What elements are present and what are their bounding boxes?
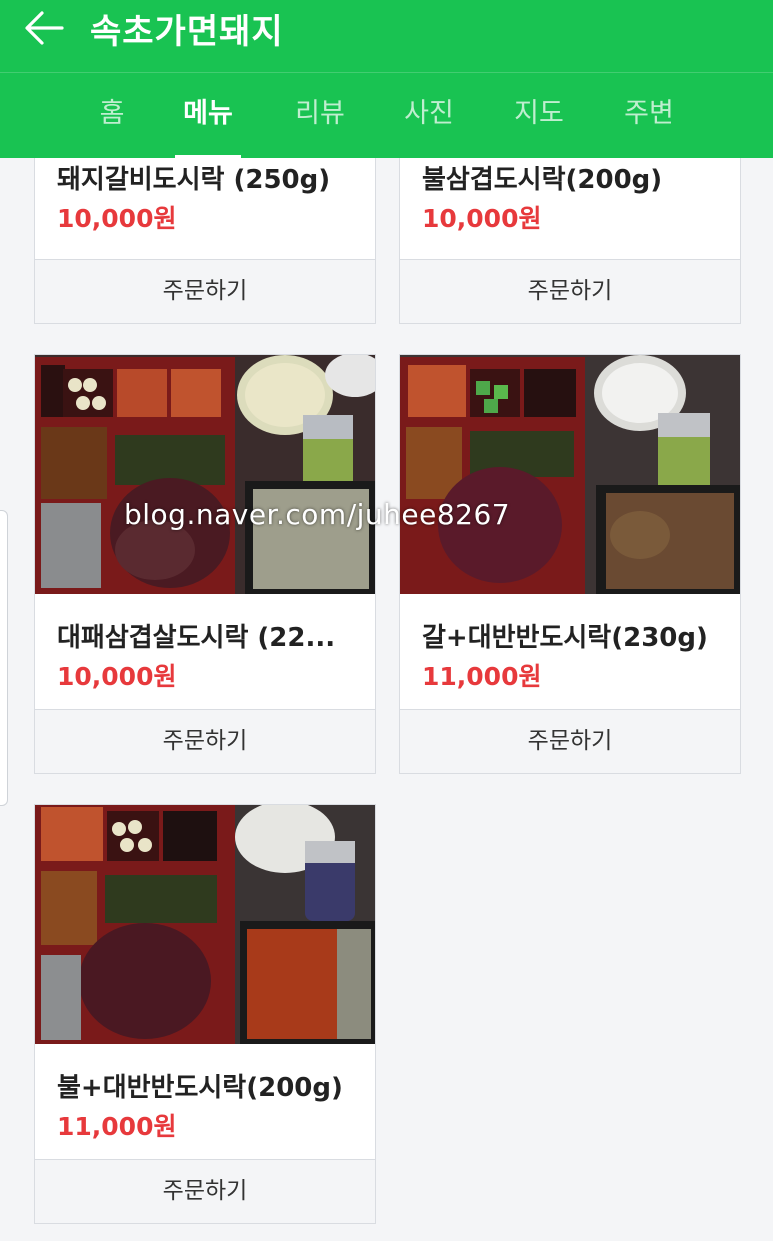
back-button[interactable]	[18, 6, 70, 50]
menu-item-name: 대패삼겹살도시락 (22...	[57, 623, 336, 653]
tab-menu[interactable]: 메뉴	[153, 73, 263, 159]
menu-list[interactable]: 돼지갈비도시락 (250g) 10,000원 주문하기 불삼겹도시락(200g)…	[0, 158, 773, 1241]
arrow-left-icon	[25, 11, 64, 45]
menu-item-photo	[35, 355, 375, 594]
order-button[interactable]: 주문하기	[400, 709, 740, 773]
menu-item-name: 돼지갈비도시락 (250g)	[57, 165, 331, 195]
tab-nearby[interactable]: 주변	[594, 73, 704, 159]
title-bar: 속초가면돼지	[0, 0, 773, 72]
tab-photo[interactable]: 사진	[374, 73, 484, 159]
menu-card[interactable]: 불삼겹도시락(200g) 10,000원 주문하기	[399, 158, 741, 324]
order-button[interactable]: 주문하기	[35, 1159, 375, 1223]
tab-menu-label: 메뉴	[183, 98, 233, 129]
order-button[interactable]: 주문하기	[35, 709, 375, 773]
menu-item-price: 10,000원	[57, 662, 177, 691]
menu-card[interactable]: 돼지갈비도시락 (250g) 10,000원 주문하기	[34, 158, 376, 324]
page-title: 속초가면돼지	[90, 12, 284, 52]
app-bar: 속초가면돼지 홈 메뉴 리뷰 사진 지도 주변	[0, 0, 773, 159]
tab-review[interactable]: 리뷰	[265, 73, 375, 159]
tab-home[interactable]: 홈	[57, 73, 167, 159]
tab-bar: 홈 메뉴 리뷰 사진 지도 주변	[0, 72, 773, 159]
menu-item-price: 11,000원	[422, 662, 542, 691]
menu-card[interactable]: 갈+대반반도시락(230g) 11,000원 주문하기	[399, 354, 741, 774]
menu-item-photo	[400, 355, 740, 594]
menu-item-name: 갈+대반반도시락(230g)	[422, 623, 708, 653]
menu-card[interactable]: 대패삼겹살도시락 (22... 10,000원 주문하기	[34, 354, 376, 774]
menu-item-name: 불+대반반도시락(200g)	[57, 1073, 343, 1103]
menu-card[interactable]: 불+대반반도시락(200g) 11,000원 주문하기	[34, 804, 376, 1224]
menu-item-price: 10,000원	[57, 204, 177, 233]
menu-item-photo	[35, 805, 375, 1044]
menu-item-price: 11,000원	[57, 1112, 177, 1141]
tab-map[interactable]: 지도	[484, 73, 594, 159]
menu-item-name: 불삼겹도시락(200g)	[422, 165, 663, 195]
edge-panel-handle[interactable]	[0, 510, 8, 806]
order-button[interactable]: 주문하기	[400, 259, 740, 323]
order-button[interactable]: 주문하기	[35, 259, 375, 323]
menu-item-price: 10,000원	[422, 204, 542, 233]
